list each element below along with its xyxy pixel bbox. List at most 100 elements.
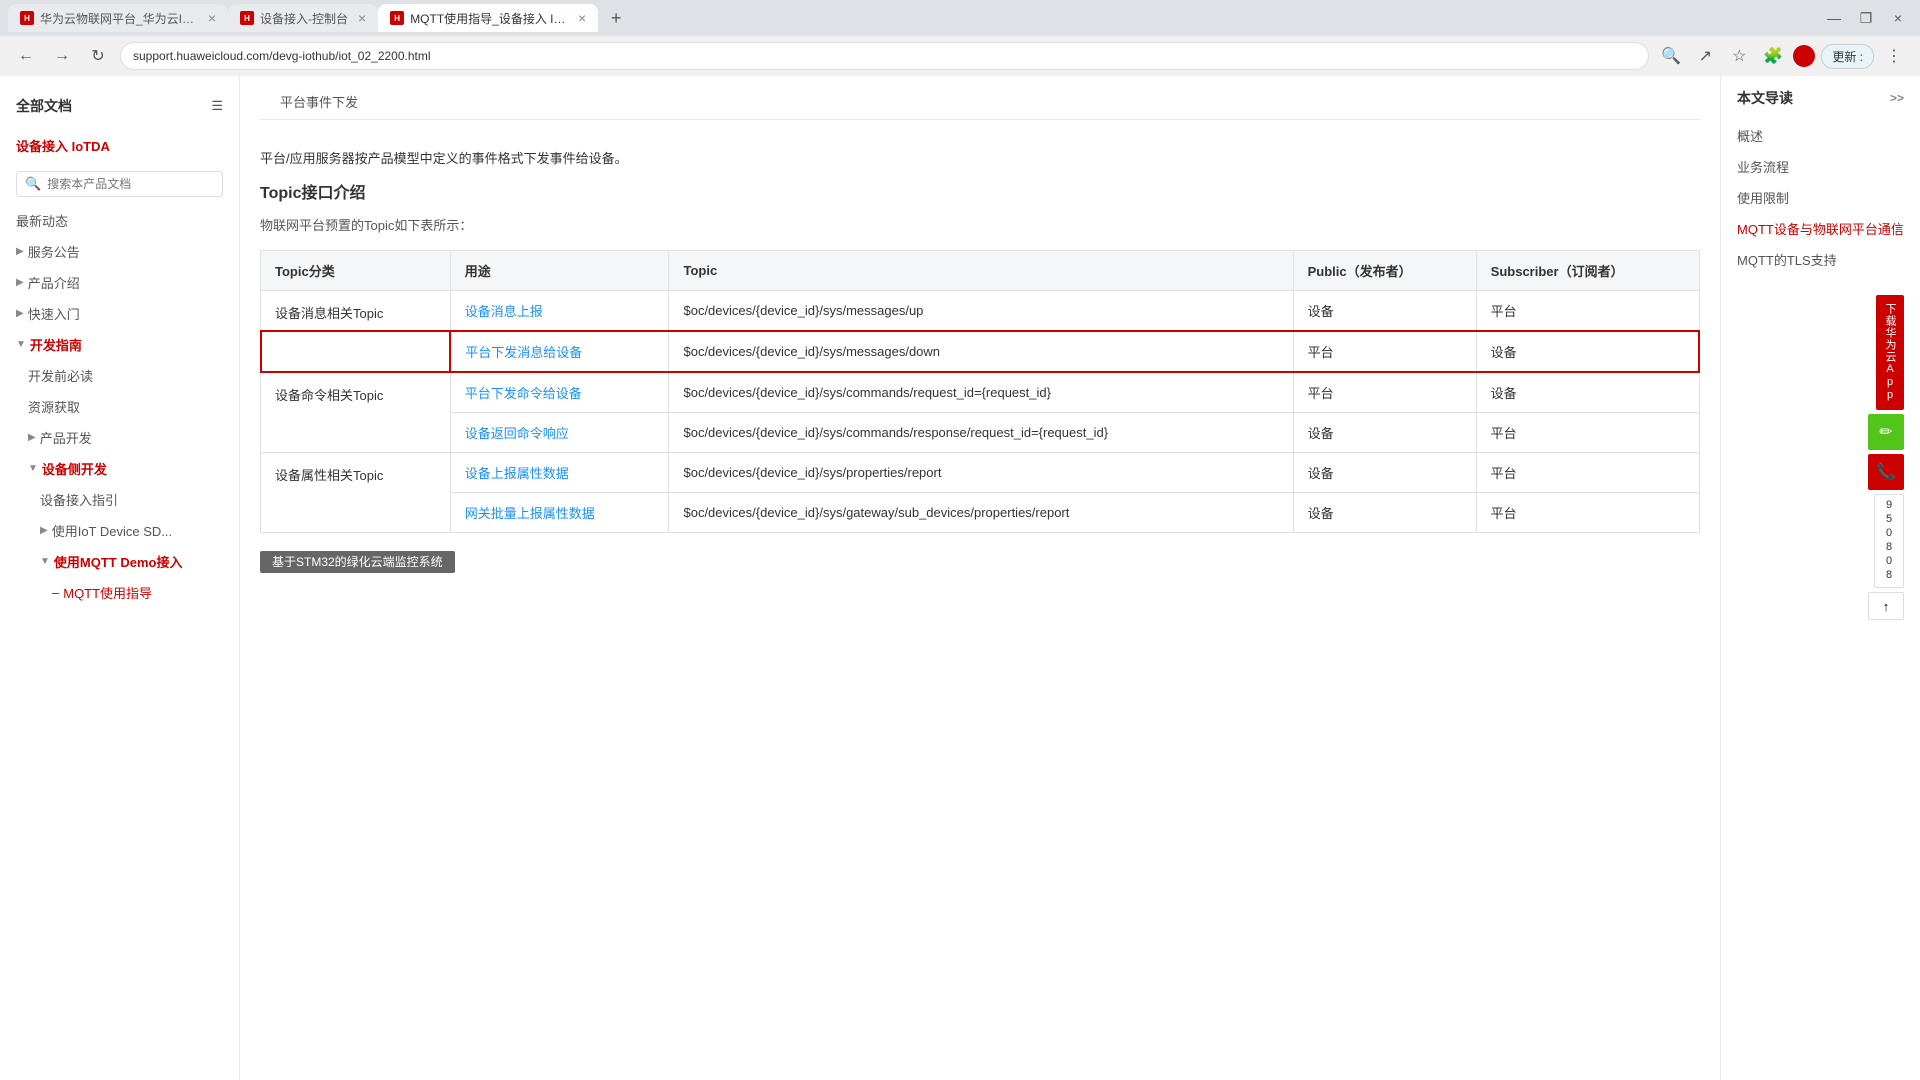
topic-cell: $oc/devices/{device_id}/sys/gateway/sub_… [669,493,1293,533]
sidebar-item-announcements[interactable]: ▶ 服务公告 [0,236,239,267]
sidebar-item-device-dev[interactable]: ▼ 设备侧开发 [0,453,239,484]
sidebar-item-device-guide[interactable]: 设备接入指引 [0,484,239,515]
sidebar-all-docs: 全部文档 [16,96,72,116]
sidebar-item-quickstart[interactable]: ▶ 快速入门 [0,298,239,329]
tab3-title: MQTT使用指导_设备接入 IoTDA... [410,10,568,27]
topic-link[interactable]: 平台下发命令给设备 [465,386,582,401]
topic-link[interactable]: 网关批量上报属性数据 [465,506,595,521]
right-sidebar-item-mqtt-comm[interactable]: MQTT设备与物联网平台通信 [1737,213,1904,244]
browser-tab-2[interactable]: H 设备接入-控制台 × [228,4,378,32]
browser-tab-3[interactable]: H MQTT使用指导_设备接入 IoTDA... × [378,4,598,32]
notification-text: 基于STM32的绿化云端监控系统 [260,551,455,573]
edit-button[interactable]: ✏ [1868,414,1904,450]
sidebar-item-label: 快速入门 [28,304,80,323]
pub-cell: 设备 [1293,493,1476,533]
scroll-top-button[interactable]: ↑ [1868,592,1904,620]
update-button[interactable]: 更新 : [1821,44,1874,69]
topic-cell: $oc/devices/{device_id}/sys/commands/req… [669,372,1293,413]
dash-icon: – [52,585,59,600]
pub-cell: 设备 [1293,291,1476,332]
sidebar-item-prereq[interactable]: 开发前必读 [0,360,239,391]
sidebar-item-resources[interactable]: 资源获取 [0,391,239,422]
pub-cell: 平台 [1293,372,1476,413]
sidebar-item-devguide[interactable]: ▼ 开发指南 [0,329,239,360]
sub-cell: 设备 [1476,372,1699,413]
sidebar-item-label: 服务公告 [28,242,80,261]
top-tab-platform-event[interactable]: 平台事件下发 [260,84,378,119]
search-icon[interactable]: 🔍 [1657,42,1685,70]
minimize-button[interactable]: — [1820,4,1848,32]
sidebar-item-label: 最新动态 [16,211,68,230]
up-arrow-icon: ↑ [1883,599,1890,614]
table-row-highlighted: 平台下发消息给设备 $oc/devices/{device_id}/sys/me… [261,331,1700,372]
browser-tab-1[interactable]: H 华为云物联网平台_华为云IoT平台... × [8,4,228,32]
sidebar-menu-icon[interactable]: ☰ [211,98,223,114]
sidebar-item-label: 资源获取 [28,397,80,416]
main-layout: 全部文档 ☰ 设备接入 IoTDA 🔍 最新动态 ▶ 服务公告 ▶ 产品介绍 ▶… [0,76,1920,1080]
phone-button[interactable]: 📞 [1868,454,1904,490]
arrow-icon: ▶ [40,525,48,536]
pub-cell: 设备 [1293,413,1476,453]
sub-cell: 平台 [1476,493,1699,533]
purpose-cell: 网关批量上报属性数据 [450,493,669,533]
new-tab-button[interactable]: + [602,4,630,32]
extensions-icon[interactable]: 🧩 [1759,42,1787,70]
search-input[interactable] [47,177,214,191]
sub-cell: 平台 [1476,453,1699,493]
right-sidebar-item-tls[interactable]: MQTT的TLS支持 [1737,244,1904,275]
expand-icon[interactable]: >> [1890,91,1904,105]
share-icon[interactable]: ↗ [1691,42,1719,70]
right-sidebar-item-workflow[interactable]: 业务流程 [1737,151,1904,182]
sidebar-item-product-dev[interactable]: ▶ 产品开发 [0,422,239,453]
category-cell: 设备消息相关Topic [261,291,451,373]
forward-button[interactable]: → [48,42,76,70]
col-purpose: 用途 [450,251,669,291]
sidebar-item-product-intro[interactable]: ▶ 产品介绍 [0,267,239,298]
arrow-icon: ▶ [16,277,24,288]
refresh-button[interactable]: ↻ [84,42,112,70]
phone-number[interactable]: 950808 [1874,494,1904,588]
window-controls: — ❐ × [1820,4,1912,32]
sidebar-item-label: 产品开发 [40,428,92,447]
table-row: 设备消息相关Topic 设备消息上报 $oc/devices/{device_i… [261,291,1700,332]
topic-link-highlight[interactable]: 平台下发消息给设备 [465,345,582,360]
right-sidebar-item-limits[interactable]: 使用限制 [1737,182,1904,213]
maximize-button[interactable]: ❐ [1852,4,1880,32]
col-topic: Topic [669,251,1293,291]
topic-link[interactable]: 设备消息上报 [465,304,543,319]
address-bar: ← → ↻ support.huaweicloud.com/devg-iothu… [0,36,1920,76]
topic-link[interactable]: 设备返回命令响应 [465,426,569,441]
topic-link[interactable]: 设备上报属性数据 [465,466,569,481]
arrow-icon: ▼ [28,463,38,474]
sidebar-item-mqtt-guide[interactable]: – MQTT使用指导 [0,577,239,608]
right-sidebar-item-overview[interactable]: 概述 [1737,120,1904,151]
tab3-favicon: H [390,11,404,25]
bottom-notification: 基于STM32的绿化云端监控系统 [260,553,1700,570]
download-app-button[interactable]: 下载华为云App [1876,295,1904,410]
tab1-close[interactable]: × [208,10,216,26]
close-window-button[interactable]: × [1884,4,1912,32]
sidebar-item-iot-sdk[interactable]: ▶ 使用IoT Device SD... [0,515,239,546]
address-input[interactable]: support.huaweicloud.com/devg-iothub/iot_… [120,42,1649,70]
purpose-cell: 平台下发消息给设备 [450,331,669,372]
back-button[interactable]: ← [12,42,40,70]
sidebar-item-mqtt-demo[interactable]: ▼ 使用MQTT Demo接入 [0,546,239,577]
bookmark-icon[interactable]: ☆ [1725,42,1753,70]
float-panel: 下载华为云App ✏ 📞 950808 ↑ [1737,295,1904,620]
menu-icon[interactable]: ⋮ [1880,42,1908,70]
tab3-close[interactable]: × [578,10,586,26]
sidebar-section-title: 设备接入 IoTDA [0,128,239,163]
right-sidebar: 本文导读 >> 概述 业务流程 使用限制 MQTT设备与物联网平台通信 MQTT… [1720,76,1920,1080]
purpose-cell: 设备消息上报 [450,291,669,332]
col-category: Topic分类 [261,251,451,291]
sidebar-item-label: 开发前必读 [28,366,93,385]
arrow-icon: ▶ [16,308,24,319]
edit-icon: ✏ [1879,422,1892,442]
category-cell: 设备属性相关Topic [261,453,451,533]
tab2-close[interactable]: × [358,10,366,26]
sub-cell: 设备 [1476,331,1699,372]
pub-cell: 设备 [1293,453,1476,493]
sidebar-item-latest[interactable]: 最新动态 [0,205,239,236]
sidebar-item-label: 产品介绍 [28,273,80,292]
search-box[interactable]: 🔍 [16,171,223,197]
